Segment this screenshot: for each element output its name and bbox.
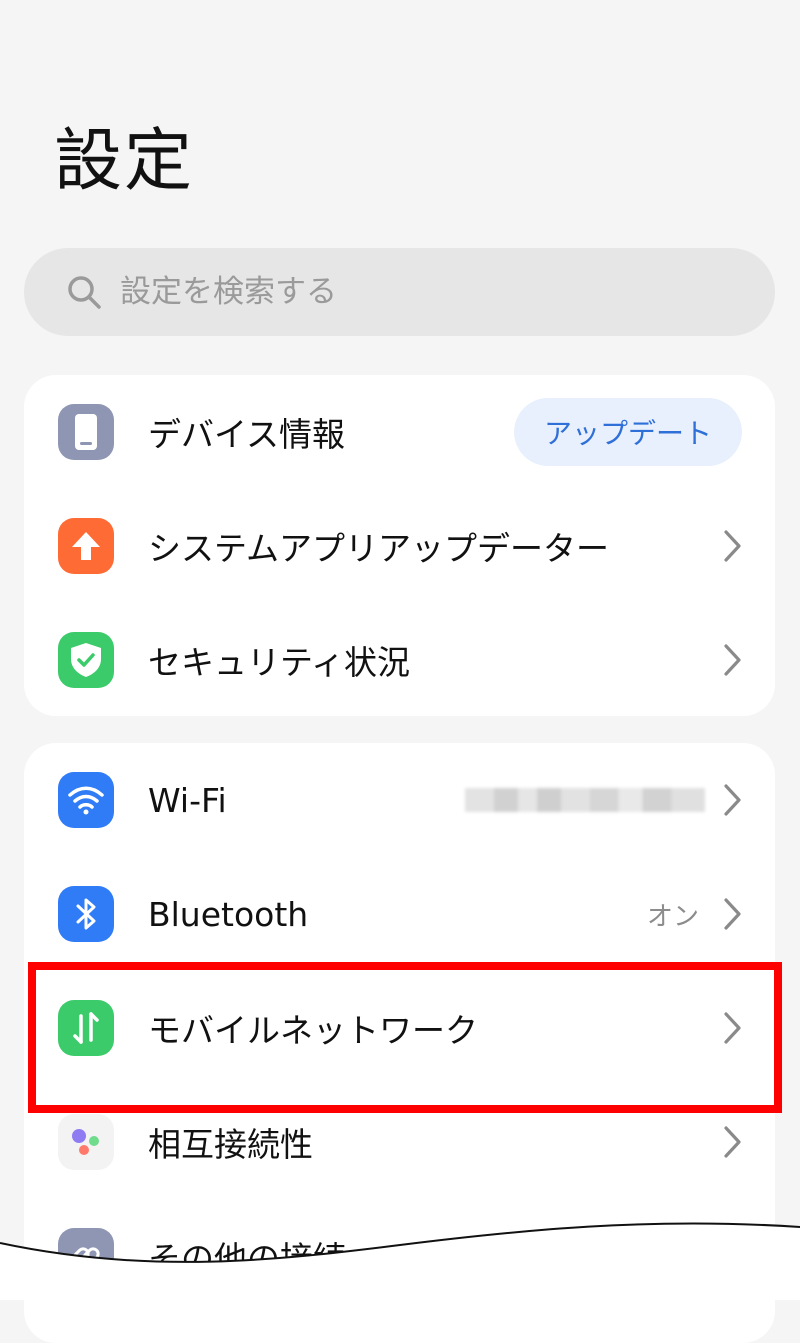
settings-group-device: デバイス情報 アップデート システムアプリアップデーター セキュリティ状況	[24, 375, 775, 716]
search-bar[interactable]	[24, 248, 775, 336]
settings-item-label: セキュリティ状況	[148, 643, 411, 682]
settings-item-security-status[interactable]: セキュリティ状況	[24, 603, 775, 717]
chevron-right-icon	[724, 644, 741, 676]
settings-item-system-app-updater[interactable]: システムアプリアップデーター	[24, 489, 775, 603]
arrow-up-icon	[58, 518, 114, 574]
wifi-network-name-redacted	[465, 788, 705, 812]
search-input[interactable]	[118, 273, 682, 311]
torn-edge	[0, 1222, 800, 1300]
chevron-right-icon	[724, 1126, 741, 1158]
settings-item-bluetooth[interactable]: Bluetooth オン	[24, 857, 775, 971]
interconnect-icon	[58, 1114, 114, 1170]
bluetooth-status: オン	[646, 901, 699, 932]
shield-check-icon	[58, 632, 114, 688]
search-icon	[68, 276, 101, 309]
settings-item-label: システムアプリアップデーター	[148, 529, 610, 568]
update-button[interactable]: アップデート	[514, 398, 742, 466]
settings-item-label: Bluetooth	[148, 894, 309, 934]
highlight-frame	[28, 962, 782, 1113]
settings-item-device-info[interactable]: デバイス情報 アップデート	[24, 375, 775, 489]
page-title: 設定	[54, 122, 195, 201]
chevron-right-icon	[724, 530, 741, 562]
chevron-right-icon	[724, 898, 741, 930]
wifi-icon	[58, 772, 114, 828]
chevron-right-icon	[724, 784, 741, 816]
settings-item-label: Wi-Fi	[148, 780, 227, 820]
phone-icon	[58, 404, 114, 460]
settings-item-label: デバイス情報	[148, 415, 346, 454]
bluetooth-icon	[58, 886, 114, 942]
settings-item-wifi[interactable]: Wi-Fi	[24, 743, 775, 857]
settings-item-label: 相互接続性	[148, 1125, 313, 1164]
